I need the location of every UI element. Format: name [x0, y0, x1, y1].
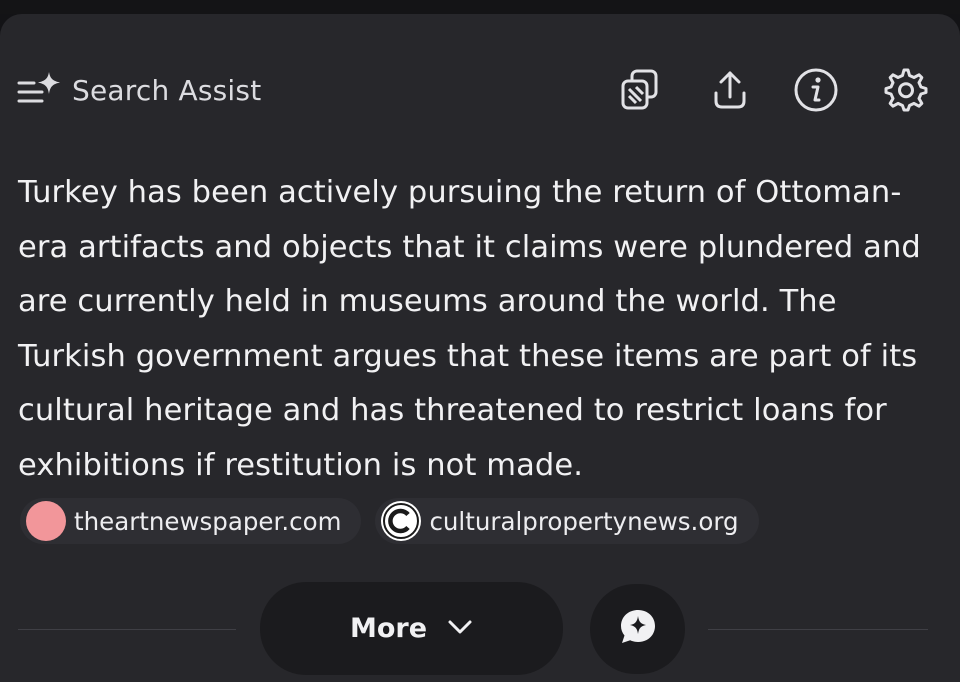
panel-title: Search Assist	[72, 73, 262, 107]
answer-text: Turkey has been actively pursuing the re…	[18, 175, 921, 483]
pink-circle-favicon	[26, 501, 66, 541]
copy-icon	[617, 67, 663, 117]
source-label: culturalpropertynews.org	[429, 506, 739, 536]
info-icon	[792, 66, 840, 118]
source-chip-theartnewspaper[interactable]: theartnewspaper.com	[20, 498, 362, 544]
assist-chat-button[interactable]	[590, 584, 685, 674]
gear-icon	[880, 66, 928, 118]
source-label: theartnewspaper.com	[74, 506, 342, 536]
title-group: Search Assist	[16, 70, 261, 110]
sparkle-chat-icon	[617, 606, 659, 652]
chevron-down-icon	[447, 619, 473, 639]
panel-header: Search Assist	[16, 60, 936, 120]
footer-divider-right	[708, 629, 928, 630]
top-strip	[0, 0, 960, 14]
info-button[interactable]	[790, 66, 842, 118]
footer-divider-left	[18, 629, 236, 630]
source-chip-culturalpropertynews[interactable]: culturalpropertynews.org	[375, 498, 759, 544]
copy-button[interactable]	[614, 66, 666, 118]
share-icon	[707, 67, 753, 117]
share-button[interactable]	[704, 66, 756, 118]
settings-button[interactable]	[878, 66, 930, 118]
more-label: More	[349, 613, 428, 644]
c-logo-favicon	[381, 501, 422, 541]
source-list: theartnewspaper.com culturalpropertynews…	[20, 498, 759, 544]
more-button[interactable]: More	[260, 582, 563, 675]
sparkle-list-icon	[16, 70, 64, 110]
